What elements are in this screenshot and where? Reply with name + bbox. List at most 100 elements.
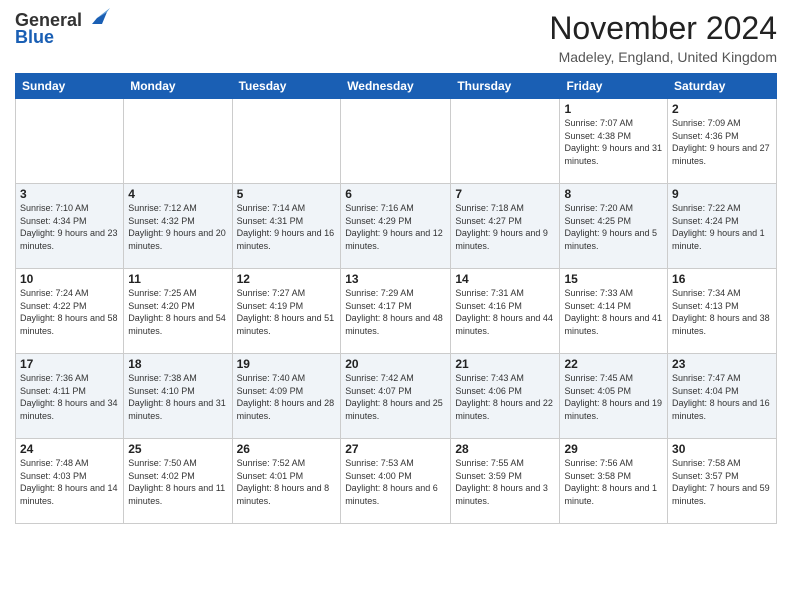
day-number: 9 xyxy=(672,187,772,201)
daylight-text: Daylight: 9 hours and 31 minutes. xyxy=(564,143,662,166)
daylight-text: Daylight: 8 hours and 3 minutes. xyxy=(455,483,548,506)
sunrise-text: Sunrise: 7:34 AM xyxy=(672,288,741,298)
day-number: 27 xyxy=(345,442,446,456)
cell-3-3: 20 Sunrise: 7:42 AM Sunset: 4:07 PM Dayl… xyxy=(341,354,451,439)
sunset-text: Sunset: 4:09 PM xyxy=(237,386,304,396)
sunrise-text: Sunrise: 7:16 AM xyxy=(345,203,414,213)
sunrise-text: Sunrise: 7:43 AM xyxy=(455,373,524,383)
sunset-text: Sunset: 4:16 PM xyxy=(455,301,522,311)
day-info: Sunrise: 7:50 AM Sunset: 4:02 PM Dayligh… xyxy=(128,457,227,507)
sunrise-text: Sunrise: 7:55 AM xyxy=(455,458,524,468)
cell-4-4: 28 Sunrise: 7:55 AM Sunset: 3:59 PM Dayl… xyxy=(451,439,560,524)
day-number: 2 xyxy=(672,102,772,116)
weekday-header-row: Sunday Monday Tuesday Wednesday Thursday… xyxy=(16,74,777,99)
day-info: Sunrise: 7:12 AM Sunset: 4:32 PM Dayligh… xyxy=(128,202,227,252)
cell-1-0: 3 Sunrise: 7:10 AM Sunset: 4:34 PM Dayli… xyxy=(16,184,124,269)
cell-4-5: 29 Sunrise: 7:56 AM Sunset: 3:58 PM Dayl… xyxy=(560,439,668,524)
daylight-text: Daylight: 8 hours and 11 minutes. xyxy=(128,483,225,506)
day-info: Sunrise: 7:25 AM Sunset: 4:20 PM Dayligh… xyxy=(128,287,227,337)
sunrise-text: Sunrise: 7:09 AM xyxy=(672,118,741,128)
day-info: Sunrise: 7:24 AM Sunset: 4:22 PM Dayligh… xyxy=(20,287,119,337)
sunset-text: Sunset: 4:05 PM xyxy=(564,386,631,396)
daylight-text: Daylight: 8 hours and 44 minutes. xyxy=(455,313,553,336)
day-info: Sunrise: 7:27 AM Sunset: 4:19 PM Dayligh… xyxy=(237,287,337,337)
day-info: Sunrise: 7:47 AM Sunset: 4:04 PM Dayligh… xyxy=(672,372,772,422)
daylight-text: Daylight: 9 hours and 27 minutes. xyxy=(672,143,770,166)
day-info: Sunrise: 7:40 AM Sunset: 4:09 PM Dayligh… xyxy=(237,372,337,422)
daylight-text: Daylight: 8 hours and 51 minutes. xyxy=(237,313,335,336)
cell-3-5: 22 Sunrise: 7:45 AM Sunset: 4:05 PM Dayl… xyxy=(560,354,668,439)
cell-3-4: 21 Sunrise: 7:43 AM Sunset: 4:06 PM Dayl… xyxy=(451,354,560,439)
sunset-text: Sunset: 4:19 PM xyxy=(237,301,304,311)
header-friday: Friday xyxy=(560,74,668,99)
sunrise-text: Sunrise: 7:24 AM xyxy=(20,288,89,298)
month-title: November 2024 xyxy=(549,10,777,47)
sunrise-text: Sunrise: 7:48 AM xyxy=(20,458,89,468)
sunrise-text: Sunrise: 7:25 AM xyxy=(128,288,197,298)
daylight-text: Daylight: 9 hours and 1 minute. xyxy=(672,228,765,251)
logo-icon xyxy=(84,4,110,30)
day-number: 5 xyxy=(237,187,337,201)
sunrise-text: Sunrise: 7:47 AM xyxy=(672,373,741,383)
sunrise-text: Sunrise: 7:56 AM xyxy=(564,458,633,468)
day-info: Sunrise: 7:52 AM Sunset: 4:01 PM Dayligh… xyxy=(237,457,337,507)
header-tuesday: Tuesday xyxy=(232,74,341,99)
page: General Blue November 2024 Madeley, Engl… xyxy=(0,0,792,612)
cell-4-6: 30 Sunrise: 7:58 AM Sunset: 3:57 PM Dayl… xyxy=(668,439,777,524)
cell-4-1: 25 Sunrise: 7:50 AM Sunset: 4:02 PM Dayl… xyxy=(124,439,232,524)
daylight-text: Daylight: 8 hours and 38 minutes. xyxy=(672,313,770,336)
day-number: 4 xyxy=(128,187,227,201)
cell-4-2: 26 Sunrise: 7:52 AM Sunset: 4:01 PM Dayl… xyxy=(232,439,341,524)
cell-0-0 xyxy=(16,99,124,184)
cell-2-0: 10 Sunrise: 7:24 AM Sunset: 4:22 PM Dayl… xyxy=(16,269,124,354)
daylight-text: Daylight: 8 hours and 19 minutes. xyxy=(564,398,662,421)
day-info: Sunrise: 7:10 AM Sunset: 4:34 PM Dayligh… xyxy=(20,202,119,252)
day-info: Sunrise: 7:09 AM Sunset: 4:36 PM Dayligh… xyxy=(672,117,772,167)
daylight-text: Daylight: 9 hours and 16 minutes. xyxy=(237,228,335,251)
cell-2-3: 13 Sunrise: 7:29 AM Sunset: 4:17 PM Dayl… xyxy=(341,269,451,354)
cell-3-0: 17 Sunrise: 7:36 AM Sunset: 4:11 PM Dayl… xyxy=(16,354,124,439)
sunrise-text: Sunrise: 7:18 AM xyxy=(455,203,524,213)
cell-4-0: 24 Sunrise: 7:48 AM Sunset: 4:03 PM Dayl… xyxy=(16,439,124,524)
day-number: 6 xyxy=(345,187,446,201)
daylight-text: Daylight: 8 hours and 54 minutes. xyxy=(128,313,226,336)
day-number: 24 xyxy=(20,442,119,456)
day-info: Sunrise: 7:22 AM Sunset: 4:24 PM Dayligh… xyxy=(672,202,772,252)
daylight-text: Daylight: 8 hours and 16 minutes. xyxy=(672,398,770,421)
sunset-text: Sunset: 4:34 PM xyxy=(20,216,87,226)
sunrise-text: Sunrise: 7:45 AM xyxy=(564,373,633,383)
day-info: Sunrise: 7:53 AM Sunset: 4:00 PM Dayligh… xyxy=(345,457,446,507)
header: General Blue November 2024 Madeley, Engl… xyxy=(15,10,777,65)
cell-1-4: 7 Sunrise: 7:18 AM Sunset: 4:27 PM Dayli… xyxy=(451,184,560,269)
sunrise-text: Sunrise: 7:38 AM xyxy=(128,373,197,383)
daylight-text: Daylight: 8 hours and 6 minutes. xyxy=(345,483,438,506)
day-number: 19 xyxy=(237,357,337,371)
day-info: Sunrise: 7:16 AM Sunset: 4:29 PM Dayligh… xyxy=(345,202,446,252)
calendar-table: Sunday Monday Tuesday Wednesday Thursday… xyxy=(15,73,777,524)
header-saturday: Saturday xyxy=(668,74,777,99)
day-number: 20 xyxy=(345,357,446,371)
sunrise-text: Sunrise: 7:50 AM xyxy=(128,458,197,468)
cell-0-5: 1 Sunrise: 7:07 AM Sunset: 4:38 PM Dayli… xyxy=(560,99,668,184)
sunset-text: Sunset: 3:59 PM xyxy=(455,471,522,481)
cell-2-5: 15 Sunrise: 7:33 AM Sunset: 4:14 PM Dayl… xyxy=(560,269,668,354)
week-row-2: 10 Sunrise: 7:24 AM Sunset: 4:22 PM Dayl… xyxy=(16,269,777,354)
day-info: Sunrise: 7:43 AM Sunset: 4:06 PM Dayligh… xyxy=(455,372,555,422)
day-number: 25 xyxy=(128,442,227,456)
day-number: 30 xyxy=(672,442,772,456)
sunrise-text: Sunrise: 7:20 AM xyxy=(564,203,633,213)
day-info: Sunrise: 7:56 AM Sunset: 3:58 PM Dayligh… xyxy=(564,457,663,507)
daylight-text: Daylight: 9 hours and 23 minutes. xyxy=(20,228,118,251)
location: Madeley, England, United Kingdom xyxy=(549,49,777,65)
daylight-text: Daylight: 8 hours and 25 minutes. xyxy=(345,398,443,421)
daylight-text: Daylight: 9 hours and 20 minutes. xyxy=(128,228,226,251)
sunset-text: Sunset: 3:58 PM xyxy=(564,471,631,481)
cell-4-3: 27 Sunrise: 7:53 AM Sunset: 4:00 PM Dayl… xyxy=(341,439,451,524)
sunrise-text: Sunrise: 7:33 AM xyxy=(564,288,633,298)
sunrise-text: Sunrise: 7:58 AM xyxy=(672,458,741,468)
week-row-4: 24 Sunrise: 7:48 AM Sunset: 4:03 PM Dayl… xyxy=(16,439,777,524)
sunrise-text: Sunrise: 7:42 AM xyxy=(345,373,414,383)
sunset-text: Sunset: 4:17 PM xyxy=(345,301,412,311)
sunrise-text: Sunrise: 7:53 AM xyxy=(345,458,414,468)
sunset-text: Sunset: 4:20 PM xyxy=(128,301,195,311)
